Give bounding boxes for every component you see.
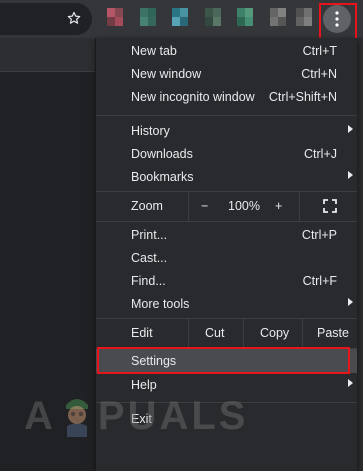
menu-item-shortcut: Ctrl+N <box>301 66 337 81</box>
menu-separator <box>96 115 357 116</box>
menu-item-find[interactable]: Find... Ctrl+F <box>96 269 357 292</box>
menu-item-shortcut: Ctrl+F <box>302 273 337 288</box>
menu-item-shortcut: Ctrl+P <box>301 227 337 242</box>
chevron-right-icon <box>348 298 353 306</box>
menu-item-new-incognito-window[interactable]: New incognito window Ctrl+Shift+N <box>96 85 357 108</box>
appuals-watermark: A PUALS <box>24 386 245 446</box>
three-dots-vertical-icon[interactable] <box>323 5 351 33</box>
extension-icon[interactable] <box>140 8 156 26</box>
menu-item-new-tab[interactable]: New tab Ctrl+T <box>96 39 357 62</box>
star-icon[interactable] <box>64 8 84 28</box>
watermark-text-left: A <box>24 393 56 438</box>
menu-item-settings[interactable]: Settings <box>96 349 357 373</box>
cut-button[interactable]: Cut <box>205 326 224 340</box>
browser-toolbar <box>0 0 363 38</box>
page-right-edge <box>356 38 363 471</box>
extension-icon[interactable] <box>296 8 312 26</box>
cell-divider <box>188 191 189 221</box>
page-header-strip <box>0 38 96 72</box>
menu-item-label: Cast... <box>131 250 168 265</box>
cell-divider <box>302 318 303 348</box>
extension-icon[interactable] <box>270 8 286 26</box>
extension-icon[interactable] <box>172 8 188 26</box>
menu-item-label: More tools <box>131 296 190 311</box>
menu-item-shortcut: Ctrl+J <box>304 146 337 161</box>
menu-item-shortcut: Ctrl+Shift+N <box>268 89 337 104</box>
zoom-label: Zoom <box>131 199 163 213</box>
extension-icon[interactable] <box>205 8 221 26</box>
zoom-row: Zoom − 100% + <box>96 191 357 221</box>
cell-divider <box>188 318 189 348</box>
menu-item-label: Bookmarks <box>131 169 194 184</box>
menu-item-label: History <box>131 123 170 138</box>
cell-divider <box>243 318 244 348</box>
menu-item-new-window[interactable]: New window Ctrl+N <box>96 62 357 85</box>
menu-item-label: Settings <box>131 354 177 368</box>
chevron-right-icon <box>348 379 353 387</box>
fullscreen-icon[interactable] <box>323 199 337 213</box>
chevron-right-icon <box>348 171 353 179</box>
watermark-text-right: PUALS <box>97 393 249 438</box>
paste-button[interactable]: Paste <box>317 326 349 340</box>
cell-divider <box>299 191 300 221</box>
zoom-in-button[interactable]: + <box>275 199 282 213</box>
edit-label: Edit <box>131 326 153 340</box>
zoom-out-button[interactable]: − <box>201 199 208 213</box>
mascot-icon <box>60 393 94 439</box>
zoom-level: 100% <box>228 199 260 213</box>
menu-item-bookmarks[interactable]: Bookmarks <box>96 165 357 188</box>
copy-button[interactable]: Copy <box>260 326 289 340</box>
menu-item-downloads[interactable]: Downloads Ctrl+J <box>96 142 357 165</box>
menu-item-cast[interactable]: Cast... <box>96 246 357 269</box>
menu-item-shortcut: Ctrl+T <box>302 43 337 58</box>
extension-icon[interactable] <box>107 8 123 26</box>
menu-item-print[interactable]: Print... Ctrl+P <box>96 223 357 246</box>
extension-icon[interactable] <box>237 8 253 26</box>
menu-item-history[interactable]: History <box>96 119 357 142</box>
chevron-right-icon <box>348 125 353 133</box>
menu-separator <box>96 221 357 222</box>
menu-item-more-tools[interactable]: More tools <box>96 292 357 315</box>
edit-row: Edit Cut Copy Paste <box>96 318 357 348</box>
